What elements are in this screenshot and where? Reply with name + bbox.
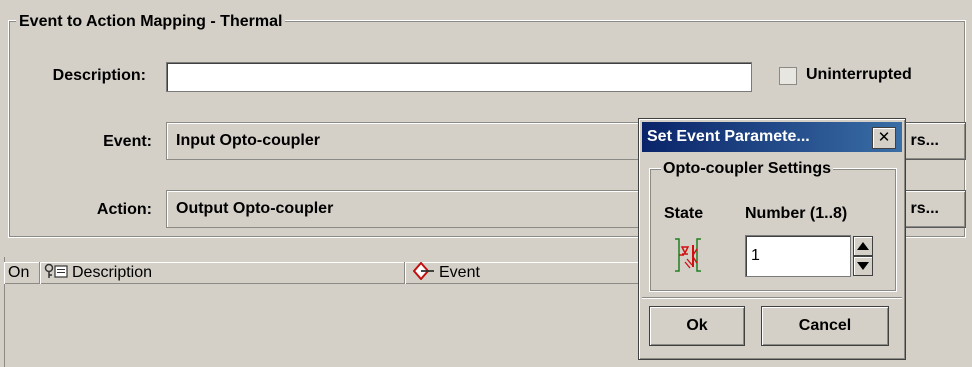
- set-event-parameters-dialog[interactable]: Set Event Paramete... ✕ Opto-coupler Set…: [638, 118, 906, 360]
- column-header-on[interactable]: On: [4, 262, 40, 284]
- dialog-title-bar[interactable]: Set Event Paramete... ✕: [642, 122, 902, 152]
- opto-coupler-settings-title: Opto-coupler Settings: [661, 160, 833, 178]
- opto-coupler-icon: [673, 235, 703, 280]
- column-header-description[interactable]: Description: [40, 262, 405, 284]
- dialog-separator: [642, 297, 902, 299]
- uninterrupted-checkbox[interactable]: [779, 67, 797, 85]
- group-title: Event to Action Mapping - Thermal: [16, 13, 286, 31]
- uninterrupted-label: Uninterrupted: [806, 66, 912, 83]
- key-doc-icon: [44, 263, 68, 284]
- arrow-up-icon: [857, 237, 869, 255]
- spin-down-button[interactable]: [853, 256, 873, 276]
- close-button[interactable]: ✕: [872, 127, 896, 149]
- state-label: State: [664, 205, 704, 222]
- ok-button[interactable]: Ok: [649, 306, 745, 346]
- column-event-label: Event: [439, 264, 480, 281]
- event-diamond-icon: [412, 260, 435, 285]
- action-label: Action:: [96, 201, 152, 218]
- spin-up-button[interactable]: [853, 236, 873, 256]
- arrow-down-icon: [857, 257, 869, 275]
- column-on-label: On: [8, 264, 30, 281]
- description-label: Description:: [52, 67, 146, 84]
- event-label: Event:: [103, 133, 152, 150]
- number-label: Number (1..8): [745, 205, 848, 222]
- cancel-button[interactable]: Cancel: [761, 306, 889, 346]
- column-description-label: Description: [72, 264, 153, 281]
- dialog-title: Set Event Paramete...: [647, 128, 810, 145]
- table-header: On Description Event: [4, 260, 644, 285]
- number-input[interactable]: [745, 235, 851, 277]
- column-header-event[interactable]: Event: [405, 260, 644, 285]
- description-input[interactable]: [166, 62, 752, 92]
